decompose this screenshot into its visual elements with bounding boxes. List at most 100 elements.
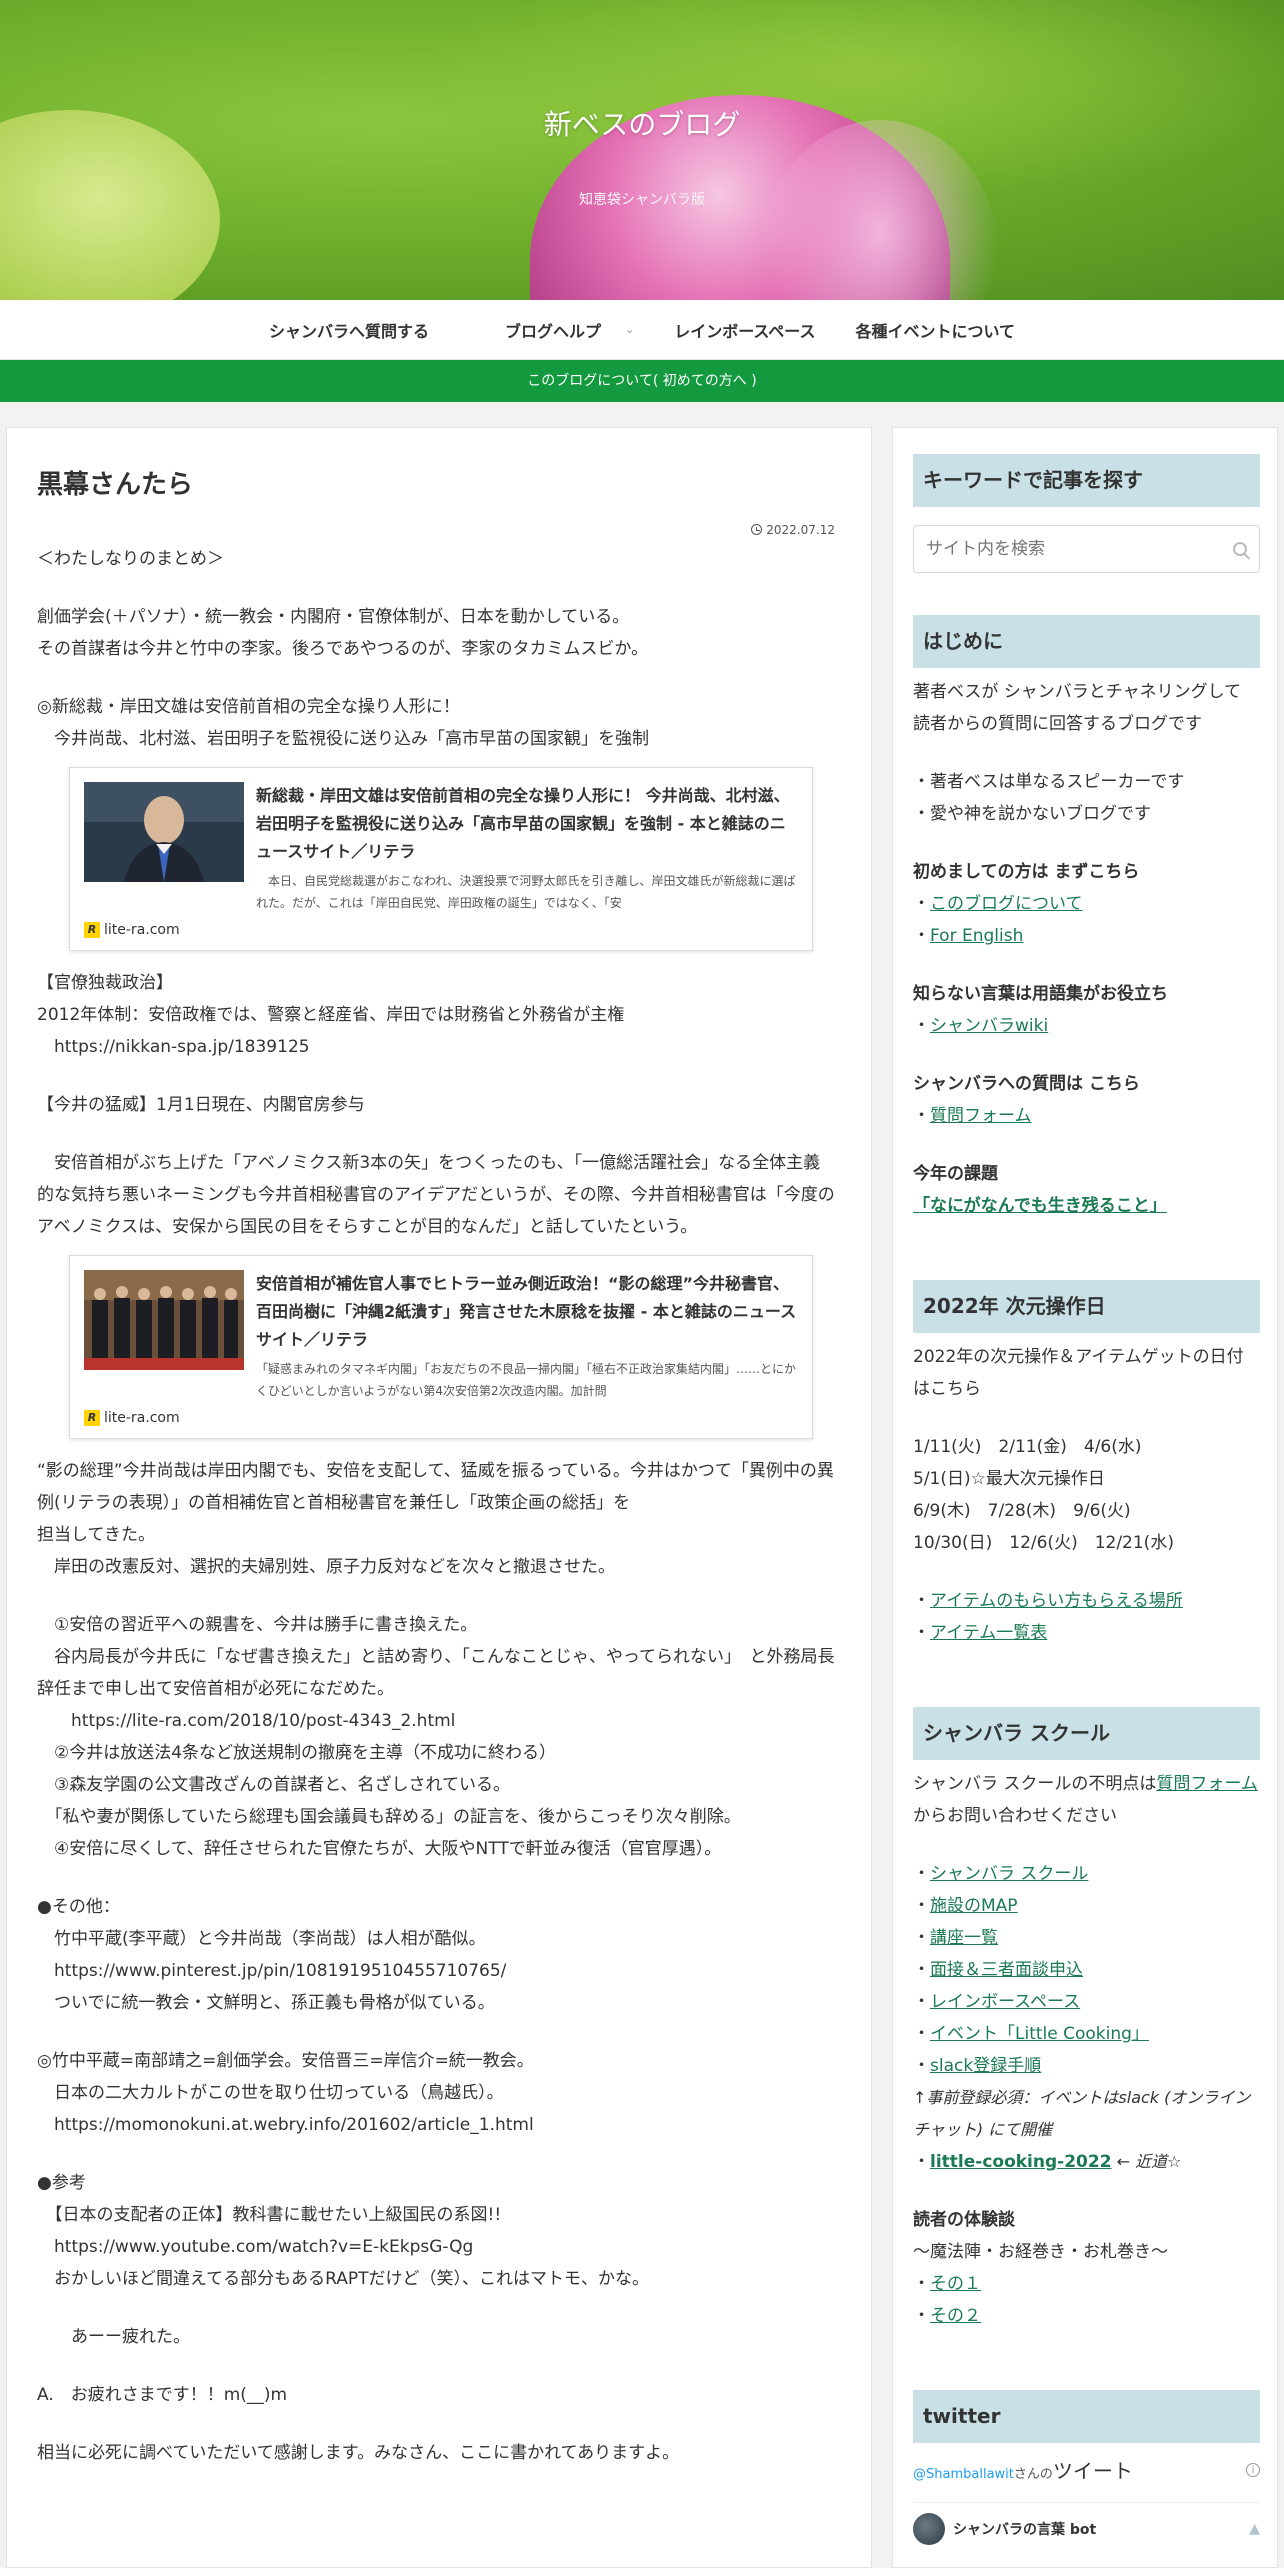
widget-heading-search: キーワードで記事を探す bbox=[913, 454, 1260, 507]
ops-dates: 6/9(木) 7/28(木) 9/6(火) bbox=[913, 1501, 1131, 1521]
info-icon[interactable]: i bbox=[1246, 2462, 1260, 2477]
link-item-list[interactable]: アイテム一覧表 bbox=[930, 1623, 1047, 1643]
list-item: ・イベント「Little Cooking」 bbox=[913, 2024, 1149, 2044]
paragraph: ●その他： 竹中平蔵(李平蔵）と今井尚哉（李尚哉）は人相が酷似。 https:/… bbox=[37, 1897, 507, 2013]
list-item: ・シャンバラ スクール bbox=[913, 1864, 1089, 1884]
chevron-down-icon: ⌄ bbox=[625, 323, 635, 336]
link-card-domain: lite-ra.com bbox=[104, 1410, 180, 1426]
experience-title: 読者の体験談 bbox=[913, 2210, 1015, 2230]
favicon-icon: R bbox=[84, 922, 100, 938]
question-title: シャンバラへの質問は こちら bbox=[913, 1074, 1140, 1094]
intro-description: 著者ベスが シャンバラとチャネリングして 読者からの質問に回答するブログです bbox=[913, 682, 1247, 734]
search-box[interactable] bbox=[913, 525, 1260, 573]
list-item: ・アイテムのもらい方もらえる場所 bbox=[913, 1591, 1183, 1611]
link-card[interactable]: 新総裁・岸田文雄は安倍前首相の完全な操り人形に！ 今井尚哉、北村滋、岩田明子を監… bbox=[69, 767, 813, 951]
widget-heading-school: シャンバラ スクール bbox=[913, 1707, 1260, 1760]
search-icon[interactable] bbox=[1233, 542, 1247, 556]
link-question-form[interactable]: 質問フォーム bbox=[930, 1106, 1032, 1126]
link-card-title: 新総裁・岸田文雄は安倍前首相の完全な操り人形に！ 今井尚哉、北村滋、岩田明子を監… bbox=[256, 786, 790, 861]
glossary-title: 知らない言葉は用語集がお役立ち bbox=[913, 984, 1168, 1004]
ops-dates: 1/11(火) 2/11(金) 4/6(水) bbox=[913, 1437, 1142, 1457]
sidebar: キーワードで記事を探す はじめに 著者ベスが シャンバラとチャネリングして 読者… bbox=[892, 427, 1278, 2568]
ops-dates: 5/1(日)☆最大次元操作日 bbox=[913, 1469, 1105, 1489]
link-wiki[interactable]: シャンバラwiki bbox=[930, 1016, 1048, 1036]
link-slack[interactable]: slack登録手順 bbox=[930, 2056, 1041, 2076]
link-interview[interactable]: 面接＆三者面談申込 bbox=[930, 1960, 1083, 1980]
paragraph: あーー疲れた。 bbox=[37, 2327, 190, 2347]
paragraph: ＜わたしなりのまとめ＞ bbox=[37, 549, 224, 569]
ops-description: 2022年の次元操作＆アイテムゲットの日付はこちら bbox=[913, 1347, 1244, 1399]
paragraph: 【官僚独裁政治】 2012年体制：安倍政権では、警察と経産省、岸田では財務省と外… bbox=[37, 973, 625, 1057]
search-input[interactable] bbox=[926, 539, 1206, 559]
paragraph: ◎竹中平蔵=南部靖之=創価学会。安倍晋三=岸信介=統一教会。 日本の二大カルトが… bbox=[37, 2051, 534, 2135]
school-note: ↑事前登録必須：イベントはslack (オンラインチャット) にて開催 bbox=[913, 2088, 1251, 2139]
school-desc-pre: シャンバラ スクールの不明点は bbox=[913, 1774, 1157, 1794]
nav-item-rainbow[interactable]: レインボースペース bbox=[654, 318, 835, 342]
twitter-handle-suffix: さんの bbox=[1013, 2467, 1053, 2482]
link-experience-2[interactable]: その２ bbox=[930, 2306, 981, 2326]
experience-subtitle: 〜魔法陣・お経巻き・お札巻き〜 bbox=[913, 2242, 1168, 2262]
link-cooking-2022[interactable]: little-cooking-2022 bbox=[930, 2152, 1112, 2172]
site-title[interactable]: 新ベスのブログ bbox=[0, 103, 1284, 143]
link-school[interactable]: シャンバラ スクール bbox=[930, 1864, 1088, 1884]
list-item: ・その１ bbox=[913, 2274, 981, 2294]
link-card-snippet: 本日、自民党総裁選がおこなわれ、決選投票で河野太郎氏を引き離し、岸田文雄氏が新総… bbox=[256, 874, 796, 910]
link-rainbow[interactable]: レインボースペース bbox=[930, 1992, 1080, 2012]
shortcut-note: ← 近道☆ bbox=[1111, 2152, 1182, 2171]
header-banner: 新ベスのブログ 知恵袋シャンバラ版 bbox=[0, 0, 1284, 300]
link-for-english[interactable]: For English bbox=[930, 926, 1023, 946]
link-item-howto[interactable]: アイテムのもらい方もらえる場所 bbox=[930, 1591, 1183, 1611]
nav-item-help[interactable]: ブログヘルプ ⌄ bbox=[449, 318, 654, 342]
widget-heading-ops: 2022年 次元操作日 bbox=[913, 1280, 1260, 1333]
ops-dates: 10/30(日) 12/6(火) 12/21(水) bbox=[913, 1533, 1174, 1553]
paragraph: ●参考 【日本の支配者の正体】教科書に載せたい上級国民の系図!! https:/… bbox=[37, 2173, 650, 2289]
site-tagline: 知恵袋シャンバラ版 bbox=[579, 192, 705, 208]
favicon-icon: R bbox=[84, 1410, 100, 1426]
global-nav: シャンバラへ質問する ブログヘルプ ⌄ レインボースペース 各種イベントについて bbox=[0, 300, 1284, 360]
list-item: ・シャンバラwiki bbox=[913, 1016, 1049, 1036]
link-card-thumbnail bbox=[84, 782, 244, 882]
paragraph: 安倍首相がぶち上げた「アベノミクス新3本の矢」をつくったのも、「一億総活躍社会」… bbox=[37, 1153, 835, 1237]
paragraph: 創価学会(＋パソナ）・統一教会・内閣府・官僚体制が、日本を動かしている。 その首… bbox=[37, 607, 649, 659]
list-item: ・その２ bbox=[913, 2306, 981, 2326]
twitter-handle-link[interactable]: @Shamballawit bbox=[913, 2467, 1014, 2482]
link-cooking-event[interactable]: イベント「Little Cooking」 bbox=[930, 2024, 1149, 2044]
intro-note: ・愛や神を説かないブログです bbox=[913, 804, 1151, 824]
first-visit-title: 初めましての方は まずこちら bbox=[913, 862, 1140, 882]
paragraph: 【今井の猛威】1月1日現在、内閣官房参与 bbox=[37, 1095, 365, 1115]
link-school-form[interactable]: 質問フォーム bbox=[1156, 1774, 1258, 1794]
link-map[interactable]: 施設のMAP bbox=[930, 1896, 1018, 1916]
link-card-title: 安倍首相が補佐官人事でヒトラー並み側近政治！“影の総理”今井秘書官、百田尚樹に「… bbox=[256, 1274, 797, 1349]
nav-item-ask[interactable]: シャンバラへ質問する bbox=[249, 318, 449, 342]
theme-link[interactable]: 「なにがなんでも生き残ること」 bbox=[913, 1190, 1260, 1222]
list-item: ・このブログについて bbox=[913, 894, 1083, 914]
article-body: ＜わたしなりのまとめ＞ 創価学会(＋パソナ）・統一教会・内閣府・官僚体制が、日本… bbox=[37, 543, 835, 2469]
nav-item-label: 各種イベントについて bbox=[855, 321, 1016, 341]
tweet-item[interactable]: シャンバラの言葉 bot ▲ bbox=[913, 2502, 1260, 2545]
paragraph: ①安倍の習近平への親書を、今井は勝手に書き換えた。 谷内局長が今井氏に「なぜ書き… bbox=[37, 1615, 835, 1859]
link-about-blog[interactable]: このブログについて bbox=[930, 894, 1083, 914]
list-item: ・レインボースペース bbox=[913, 1992, 1081, 2012]
avatar bbox=[913, 2513, 945, 2545]
twitter-bird-icon: ▲ bbox=[1249, 2521, 1260, 2537]
list-item: ・For English bbox=[913, 926, 1024, 946]
list-item: ・質問フォーム bbox=[913, 1106, 1032, 1126]
link-card-source: Rlite-ra.com bbox=[84, 1410, 798, 1426]
link-card-domain: lite-ra.com bbox=[104, 922, 180, 938]
nav-item-events[interactable]: 各種イベントについて bbox=[836, 318, 1036, 342]
intro-note: ・著者ベスは単なるスピーカーです bbox=[913, 772, 1185, 792]
list-item: ・little-cooking-2022 ← 近道☆ bbox=[913, 2152, 1182, 2172]
link-card[interactable]: 安倍首相が補佐官人事でヒトラー並み側近政治！“影の総理”今井秘書官、百田尚樹に「… bbox=[69, 1255, 813, 1439]
clock-icon bbox=[751, 524, 763, 535]
link-experience-1[interactable]: その１ bbox=[930, 2274, 981, 2294]
twitter-tweet-label: ツイート bbox=[1052, 2459, 1133, 2483]
paragraph: 相当に必死に調べていただいて感謝します。みなさん、ここに書かれてありますよ。 bbox=[37, 2443, 680, 2463]
paragraph: “影の総理”今井尚哉は岸田内閣でも、安倍を支配して、猛威を振るっている。今井はか… bbox=[37, 1461, 834, 1577]
link-courses[interactable]: 講座一覧 bbox=[930, 1928, 998, 1948]
article-title: 黒幕さんたら bbox=[37, 470, 194, 500]
article-date: 2022.07.12 bbox=[37, 523, 835, 537]
notice-bar[interactable]: このブログについて( 初めての方へ ) bbox=[0, 360, 1284, 402]
twitter-timeline-header: @Shamballawitさんのツイート i bbox=[913, 2455, 1260, 2484]
link-card-snippet: 「疑惑まみれのタマネギ内閣」「お友だちの不良品一掃内閣」「極右不正政治家集結内閣… bbox=[256, 1362, 797, 1398]
list-item: ・slack登録手順 bbox=[913, 2056, 1042, 2076]
